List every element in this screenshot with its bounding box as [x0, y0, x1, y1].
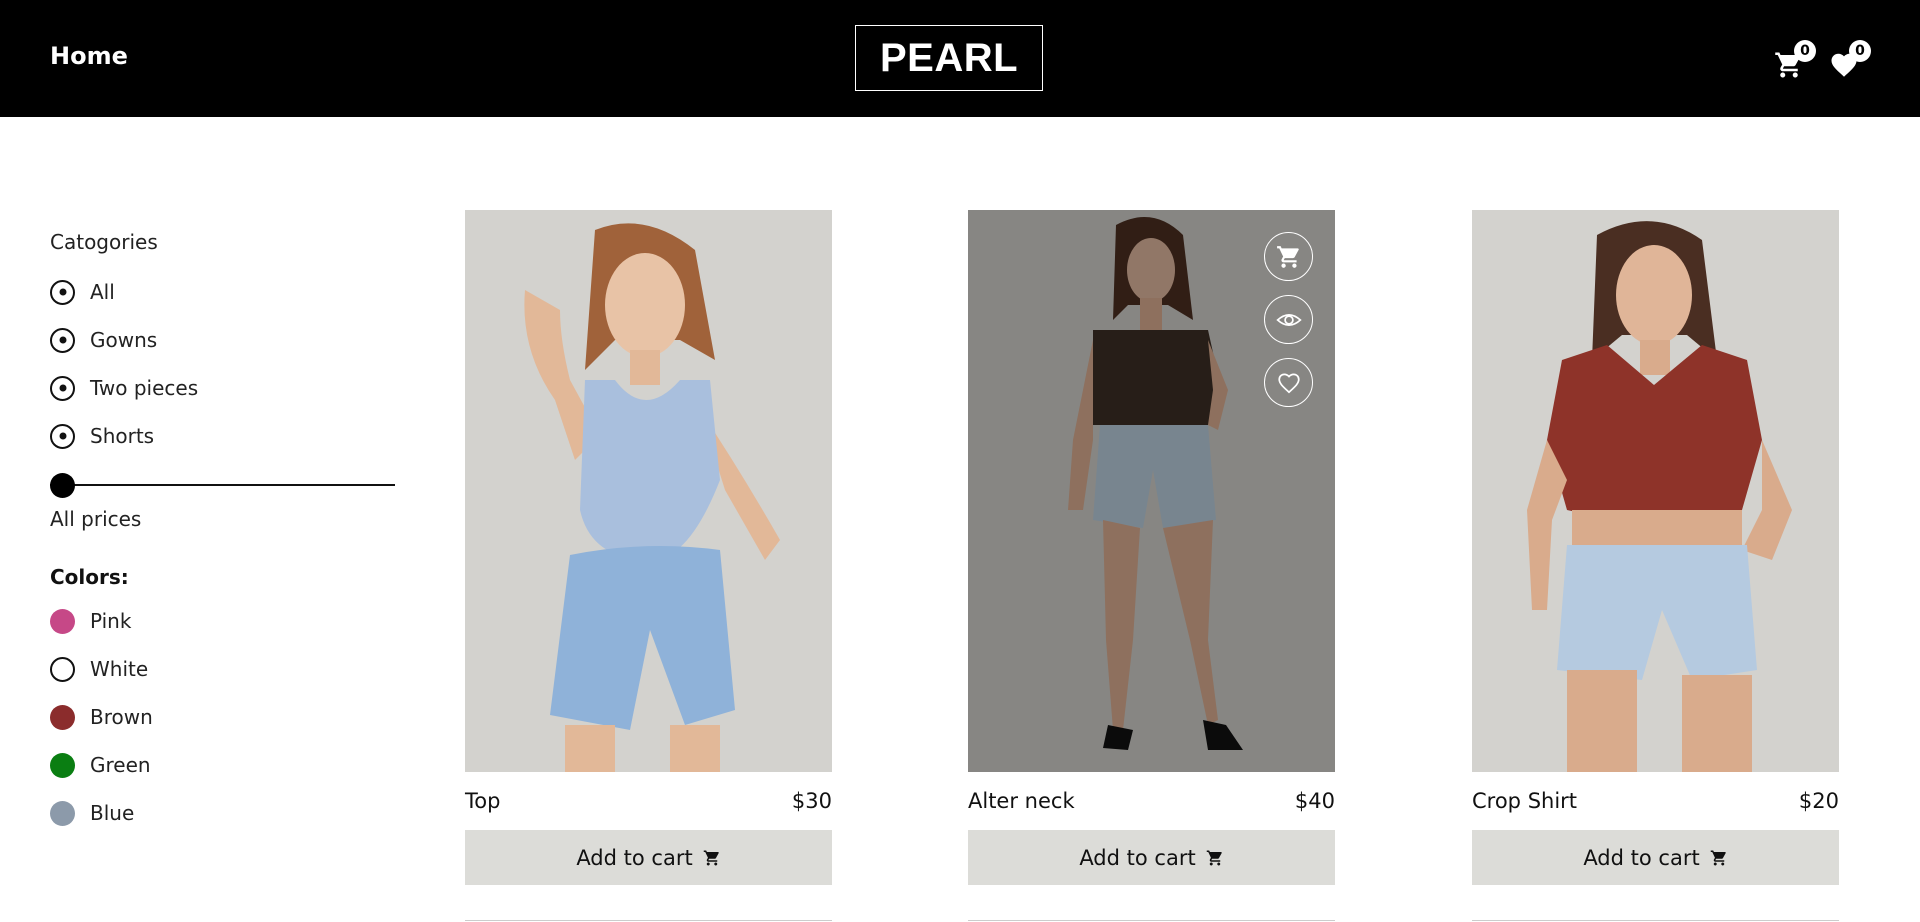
add-to-cart-label: Add to cart: [1079, 845, 1196, 870]
wishlist-button[interactable]: 0: [1829, 40, 1871, 80]
color-swatch: [50, 704, 75, 730]
slider-track: [50, 484, 395, 486]
add-to-cart-button[interactable]: Add to cart: [465, 830, 832, 885]
slider-thumb[interactable]: [50, 473, 75, 498]
color-swatch: [50, 800, 75, 826]
cart-button[interactable]: 0: [1774, 40, 1816, 80]
eye-icon: [1275, 313, 1302, 326]
color-option-pink[interactable]: Pink: [50, 597, 395, 645]
color-option-blue[interactable]: Blue: [50, 789, 395, 837]
product-price: $40: [1294, 789, 1335, 813]
add-to-wishlist-button[interactable]: [1264, 358, 1313, 407]
color-swatch: [50, 752, 75, 778]
next-row-divider: [1472, 920, 1839, 921]
price-range-slider[interactable]: [50, 470, 395, 500]
product-image[interactable]: [968, 210, 1335, 772]
color-option-green[interactable]: Green: [50, 741, 395, 789]
model-blue-top-photo: [465, 210, 832, 772]
radio-icon: [50, 279, 75, 305]
heart-outline-icon: [1277, 372, 1300, 393]
next-row-divider: [968, 920, 1335, 921]
cart-icon: [703, 850, 719, 865]
cart-icon: [1710, 850, 1726, 865]
product-price: $20: [1798, 789, 1839, 813]
color-option-white[interactable]: White: [50, 645, 395, 693]
color-filter-list: Pink White Brown Green Blue: [50, 597, 395, 837]
quick-view-button[interactable]: [1264, 295, 1313, 344]
add-to-cart-label: Add to cart: [576, 845, 693, 870]
product-image[interactable]: [465, 210, 832, 772]
quick-actions: [1264, 232, 1313, 407]
product-name: Crop Shirt: [1472, 789, 1578, 813]
cart-icon: [1206, 850, 1222, 865]
brand-logo-text: PEARL: [879, 35, 1019, 80]
color-swatch: [50, 656, 75, 682]
color-label: Brown: [90, 705, 153, 729]
price-filter-label: All prices: [50, 507, 142, 531]
radio-icon: [50, 423, 75, 449]
category-option-gowns[interactable]: Gowns: [50, 316, 395, 364]
categories-heading: Catogories: [50, 230, 158, 254]
top-nav-bar: Home PEARL 0 0: [0, 0, 1920, 117]
wishlist-count-badge: 0: [1849, 40, 1871, 62]
product-card[interactable]: Crop Shirt $20 Add to cart: [1472, 210, 1839, 885]
category-label: Shorts: [90, 424, 155, 448]
color-label: Pink: [90, 609, 132, 633]
category-label: Two pieces: [90, 376, 199, 400]
product-name: Top: [465, 789, 501, 813]
color-label: Blue: [90, 801, 135, 825]
category-option-all[interactable]: All: [50, 268, 395, 316]
filter-sidebar: Catogories All Gowns Two pieces Shorts A…: [50, 230, 395, 837]
brand-logo[interactable]: PEARL: [855, 25, 1043, 91]
model-crop-shirt-photo: [1472, 210, 1839, 772]
color-option-brown[interactable]: Brown: [50, 693, 395, 741]
add-to-cart-button[interactable]: Add to cart: [1472, 830, 1839, 885]
home-link[interactable]: Home: [50, 42, 128, 70]
colors-heading: Colors:: [50, 565, 129, 589]
product-card[interactable]: Top $30 Add to cart: [465, 210, 832, 885]
radio-icon: [50, 327, 75, 353]
radio-icon: [50, 375, 75, 401]
cart-count-badge: 0: [1794, 40, 1816, 62]
category-option-shorts[interactable]: Shorts: [50, 412, 395, 460]
category-option-two-pieces[interactable]: Two pieces: [50, 364, 395, 412]
color-label: Green: [90, 753, 151, 777]
product-card[interactable]: Alter neck $40 Add to cart: [968, 210, 1335, 885]
product-price: $30: [791, 789, 832, 813]
color-swatch: [50, 608, 75, 634]
quick-add-to-cart-button[interactable]: [1264, 232, 1313, 281]
add-to-cart-button[interactable]: Add to cart: [968, 830, 1335, 885]
next-row-divider: [465, 920, 832, 921]
color-label: White: [90, 657, 149, 681]
cart-icon: [1276, 245, 1299, 268]
category-label: Gowns: [90, 328, 158, 352]
product-name: Alter neck: [968, 789, 1075, 813]
category-label: All: [90, 280, 115, 304]
product-image[interactable]: [1472, 210, 1839, 772]
add-to-cart-label: Add to cart: [1583, 845, 1700, 870]
